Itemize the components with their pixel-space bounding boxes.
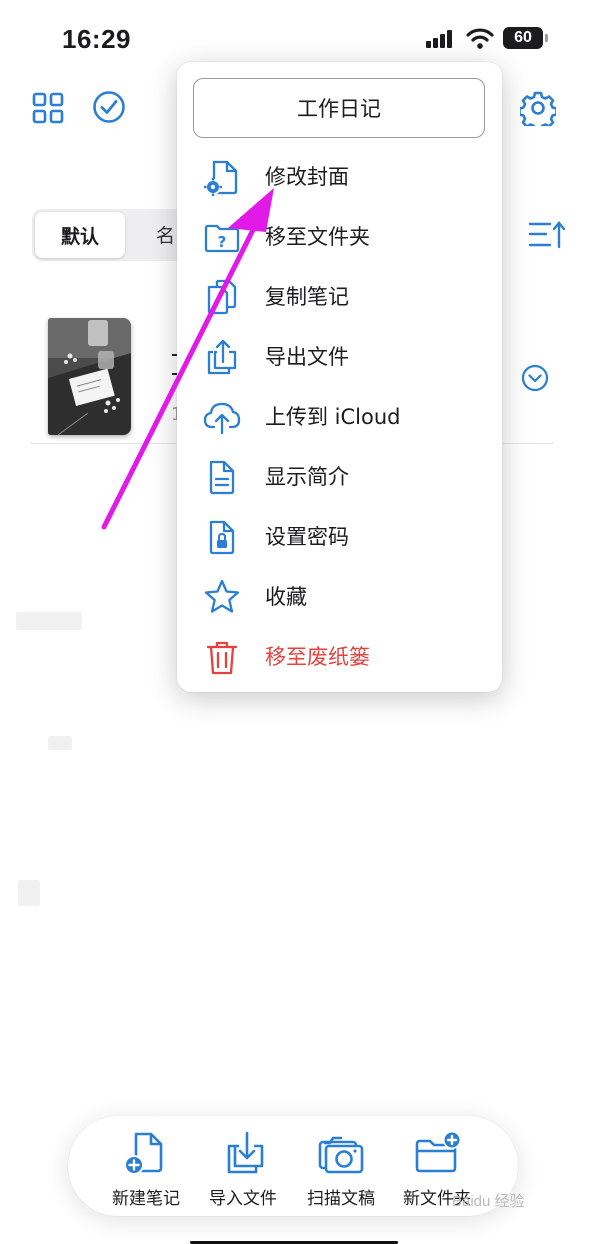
star-icon — [204, 579, 240, 613]
import-icon — [227, 1131, 264, 1174]
menu-item-label: 显示简介 — [265, 465, 349, 489]
notebook-name-field[interactable]: 工作日记 — [193, 78, 485, 138]
menu-item-label: 设置密码 — [265, 525, 349, 549]
menu-item-label: 导出文件 — [265, 345, 349, 369]
trash-icon — [206, 641, 238, 675]
new-note-button[interactable]: 新建笔记 — [97, 1116, 195, 1216]
info-document-icon — [209, 460, 235, 495]
checkmark-circle-icon[interactable] — [92, 90, 126, 124]
camera-icon — [318, 1136, 364, 1174]
menu-item-label: 移至文件夹 — [265, 225, 370, 249]
background-smudge — [16, 612, 82, 630]
menu-item-upload-icloud[interactable]: 上传到 iCloud — [177, 388, 502, 444]
scan-document-label: 扫描文稿 — [307, 1189, 375, 1209]
svg-text:?: ? — [218, 233, 227, 251]
menu-item-copy-note[interactable]: 复制笔记 — [177, 268, 502, 324]
wifi-icon — [466, 28, 494, 49]
notebook-cover-image[interactable] — [48, 318, 131, 435]
background-smudge — [18, 880, 40, 906]
menu-item-label: 移至废纸篓 — [265, 645, 370, 669]
cover-settings-icon — [204, 160, 238, 196]
new-note-icon — [124, 1132, 163, 1175]
menu-item-label: 上传到 iCloud — [265, 405, 401, 429]
sort-list-icon[interactable] — [528, 220, 568, 250]
menu-item-show-info[interactable]: 显示简介 — [177, 448, 502, 504]
sort-default-tab[interactable]: 默认 — [35, 212, 125, 258]
menu-item-label: 复制笔记 — [265, 285, 349, 309]
export-icon — [207, 339, 237, 375]
sort-name-tab[interactable]: 名 — [156, 221, 175, 248]
menu-item-change-cover[interactable]: 修改封面 — [177, 148, 502, 204]
watermark: Baidu 经验 — [452, 1193, 525, 1210]
menu-item-label: 收藏 — [265, 585, 307, 609]
battery-indicator: 60 — [503, 27, 548, 49]
menu-item-set-password[interactable]: 设置密码 — [177, 508, 502, 564]
background-smudge — [48, 736, 72, 750]
new-note-label: 新建笔记 — [112, 1189, 180, 1209]
menu-item-favorite[interactable]: 收藏 — [177, 568, 502, 624]
sort-segmented-control[interactable]: 默认 名 — [32, 209, 192, 261]
menu-item-move-to-trash[interactable]: 移至废纸篓 — [177, 628, 502, 684]
import-file-label: 导入文件 — [209, 1189, 277, 1209]
new-folder-icon — [415, 1131, 460, 1173]
menu-item-label: 修改封面 — [265, 165, 349, 189]
bottom-action-bar: 新建笔记 导入文件 扫描文稿 新文件夹 — [68, 1116, 518, 1216]
cover-photo-icon — [48, 318, 131, 435]
battery-level: 60 — [514, 29, 532, 46]
status-time: 16:29 — [62, 24, 131, 54]
gear-icon[interactable] — [520, 90, 556, 126]
lock-document-icon — [209, 520, 235, 555]
scan-document-button[interactable]: 扫描文稿 — [292, 1116, 390, 1216]
menu-item-move-to-folder[interactable]: ? 移至文件夹 — [177, 208, 502, 264]
import-file-button[interactable]: 导入文件 — [194, 1116, 292, 1216]
menu-item-export[interactable]: 导出文件 — [177, 328, 502, 384]
icloud-upload-icon — [203, 402, 241, 435]
folder-question-icon: ? — [204, 224, 240, 253]
notebook-context-menu: 工作日记 修改封面 ? 移至文件夹 复制笔记 导出文件 上传到 iCloud 显… — [177, 62, 502, 692]
chevron-down-circle-icon[interactable] — [521, 364, 549, 392]
cellular-signal-icon — [426, 30, 452, 48]
grid-icon[interactable] — [32, 92, 64, 124]
copy-icon — [207, 279, 237, 315]
